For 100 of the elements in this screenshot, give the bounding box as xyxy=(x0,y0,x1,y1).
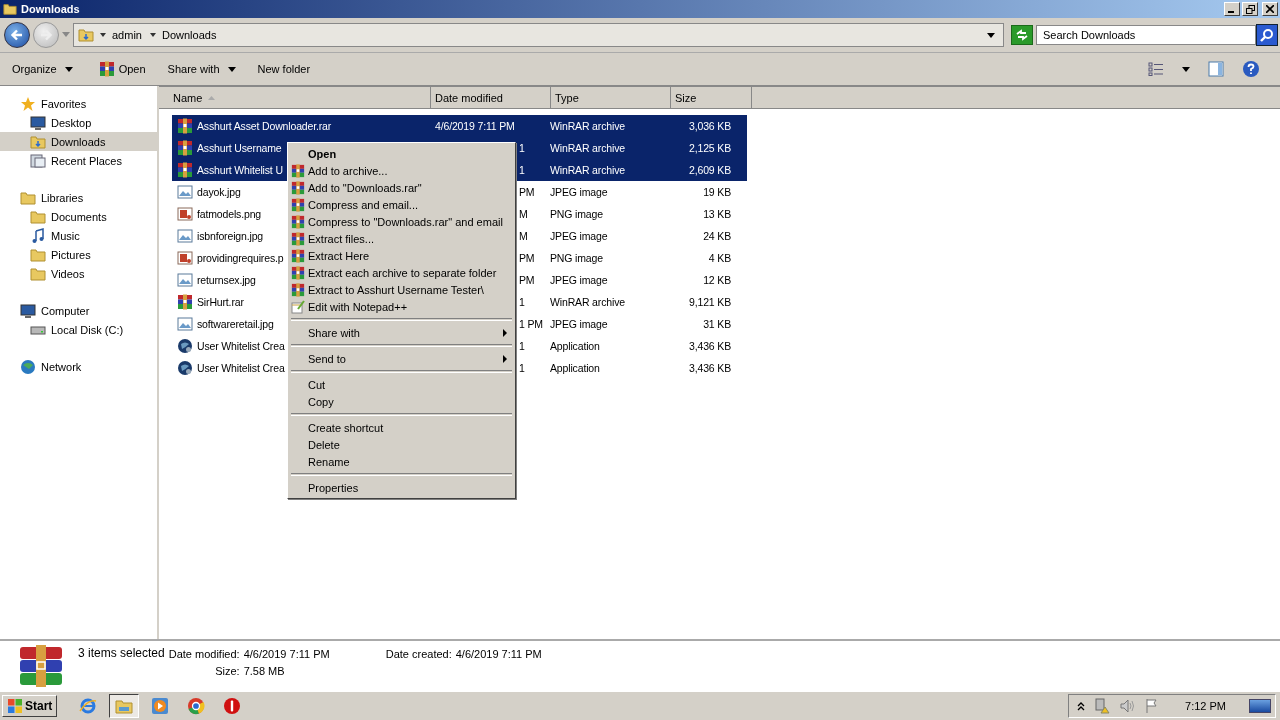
address-bar[interactable]: admin Downloads xyxy=(73,23,1004,47)
detail-label: Size: xyxy=(214,665,240,677)
archive-icon xyxy=(177,140,193,156)
nav-item[interactable]: Documents xyxy=(0,207,157,226)
file-name[interactable]: Asshurt Asset Downloader.rar xyxy=(197,120,332,132)
file-name[interactable]: SirHurt.rar xyxy=(197,296,244,308)
archive-icon xyxy=(291,248,305,263)
show-desktop-button[interactable] xyxy=(1249,699,1271,713)
toolbar-button[interactable]: Open xyxy=(88,59,152,79)
caret-icon[interactable] xyxy=(149,32,156,38)
menu-item[interactable]: Extract each archive to separate folder xyxy=(290,264,513,281)
file-name[interactable]: isbnforeign.jpg xyxy=(197,230,264,242)
file-name[interactable]: User Whitelist Crea xyxy=(197,362,285,374)
nav-item[interactable]: Computer xyxy=(0,301,157,320)
size-cell: 9,121 KB xyxy=(689,296,731,308)
size-cell: 19 KB xyxy=(703,186,731,198)
close-button[interactable] xyxy=(1262,2,1278,16)
nav-item[interactable]: Local Disk (C:) xyxy=(0,320,157,339)
view-options-icon[interactable] xyxy=(1148,62,1164,76)
toolbar-button[interactable]: New folder xyxy=(251,61,317,77)
nav-item[interactable]: Desktop xyxy=(0,113,157,132)
menu-item[interactable]: Extract Here xyxy=(290,247,513,264)
nav-item[interactable]: Music xyxy=(0,226,157,245)
submenu-arrow-icon xyxy=(503,328,507,337)
toolbar-button[interactable]: Share with xyxy=(161,61,242,77)
folder-icon xyxy=(3,2,17,16)
search-button[interactable] xyxy=(1256,24,1278,46)
menu-item[interactable]: Open xyxy=(290,145,513,162)
forward-arrow-icon xyxy=(39,28,53,42)
nav-item[interactable]: Pictures xyxy=(0,245,157,264)
menu-item[interactable]: Copy xyxy=(290,393,513,410)
nav-item[interactable]: Downloads xyxy=(0,132,157,151)
help-icon[interactable] xyxy=(1242,60,1260,78)
image-file-icon xyxy=(177,206,193,222)
archive-icon xyxy=(291,197,305,212)
start-button[interactable]: Start xyxy=(2,695,58,717)
type-cell: WinRAR archive xyxy=(550,296,625,308)
file-name[interactable]: User Whitelist Crea xyxy=(197,340,285,352)
menu-item[interactable]: Share with xyxy=(290,324,513,341)
menu-item[interactable]: Extract to Asshurt Username Tester\ xyxy=(290,281,513,298)
caret-icon[interactable] xyxy=(1182,66,1190,72)
breadcrumb[interactable]: admin xyxy=(112,29,142,41)
refresh-button[interactable] xyxy=(1011,25,1033,45)
file-name[interactable]: returnsex.jpg xyxy=(197,274,256,286)
menu-item[interactable]: Extract files... xyxy=(290,230,513,247)
menu-item[interactable]: Delete xyxy=(290,436,513,453)
date-cell: 1 PM xyxy=(519,318,543,330)
file-name[interactable]: Asshurt Whitelist U xyxy=(197,164,283,176)
date-cell: 4/6/2019 7:11 PM xyxy=(435,120,515,132)
nav-item[interactable]: Network xyxy=(0,357,157,376)
type-cell: Application xyxy=(550,362,600,374)
back-arrow-icon xyxy=(10,28,24,42)
menu-item[interactable]: Cut xyxy=(290,376,513,393)
archive-icon xyxy=(177,162,193,178)
minimize-button[interactable] xyxy=(1224,2,1240,16)
date-cell: 1 xyxy=(519,142,525,154)
nav-item[interactable]: Favorites xyxy=(0,94,157,113)
taskbar-app[interactable] xyxy=(109,694,140,718)
size-cell: 13 KB xyxy=(703,208,731,220)
caret-icon[interactable] xyxy=(987,32,995,38)
menu-item[interactable]: Edit with Notepad++ xyxy=(290,298,513,315)
image-file-icon xyxy=(177,316,193,332)
type-cell: WinRAR archive xyxy=(550,142,625,154)
folder-icon xyxy=(30,133,46,150)
volume-icon[interactable] xyxy=(1119,698,1136,714)
nav-item[interactable]: Libraries xyxy=(0,188,157,207)
size-cell: 3,036 KB xyxy=(689,120,731,132)
menu-item[interactable]: Create shortcut xyxy=(290,419,513,436)
file-name[interactable]: Asshurt Username xyxy=(197,142,282,154)
column-header[interactable]: Type xyxy=(551,87,671,109)
toolbar-button[interactable]: Organize xyxy=(6,61,79,77)
preview-pane-icon[interactable] xyxy=(1208,61,1224,77)
menu-item[interactable]: Add to archive... xyxy=(290,162,513,179)
file-name[interactable]: dayok.jpg xyxy=(197,186,241,198)
nav-item[interactable]: Videos xyxy=(0,264,157,283)
search-field[interactable]: Search Downloads xyxy=(1036,25,1256,45)
menu-item[interactable]: Properties xyxy=(290,479,513,496)
size-cell: 2,125 KB xyxy=(689,142,731,154)
column-header[interactable]: Size xyxy=(671,87,752,109)
file-name[interactable]: providingrequires.p xyxy=(197,252,284,264)
date-cell: PM xyxy=(519,252,535,264)
menu-item[interactable]: Add to "Downloads.rar" xyxy=(290,179,513,196)
menu-item[interactable]: Compress and email... xyxy=(290,196,513,213)
caret-icon[interactable] xyxy=(100,32,106,38)
breadcrumb[interactable]: Downloads xyxy=(161,29,217,41)
file-name[interactable]: softwareretail.jpg xyxy=(197,318,274,330)
image-file-icon xyxy=(177,272,193,288)
back-button[interactable] xyxy=(4,22,30,48)
chevron-up-icon[interactable] xyxy=(1077,701,1086,711)
menu-item[interactable]: Send to xyxy=(290,350,513,367)
restore-button[interactable] xyxy=(1242,2,1258,16)
detail-value: 4/6/2019 7:11 PM xyxy=(455,648,542,660)
column-header[interactable]: Date modified xyxy=(431,87,551,109)
menu-item[interactable]: Compress to "Downloads.rar" and email xyxy=(290,213,513,230)
nav-item[interactable]: Recent Places xyxy=(0,151,157,170)
size-cell: 31 KB xyxy=(703,318,731,330)
file-name[interactable]: fatmodels.png xyxy=(197,208,261,220)
menu-item[interactable]: Rename xyxy=(290,453,513,470)
column-header[interactable]: Name xyxy=(159,87,431,109)
clock: 7:12 PM xyxy=(1185,700,1226,712)
